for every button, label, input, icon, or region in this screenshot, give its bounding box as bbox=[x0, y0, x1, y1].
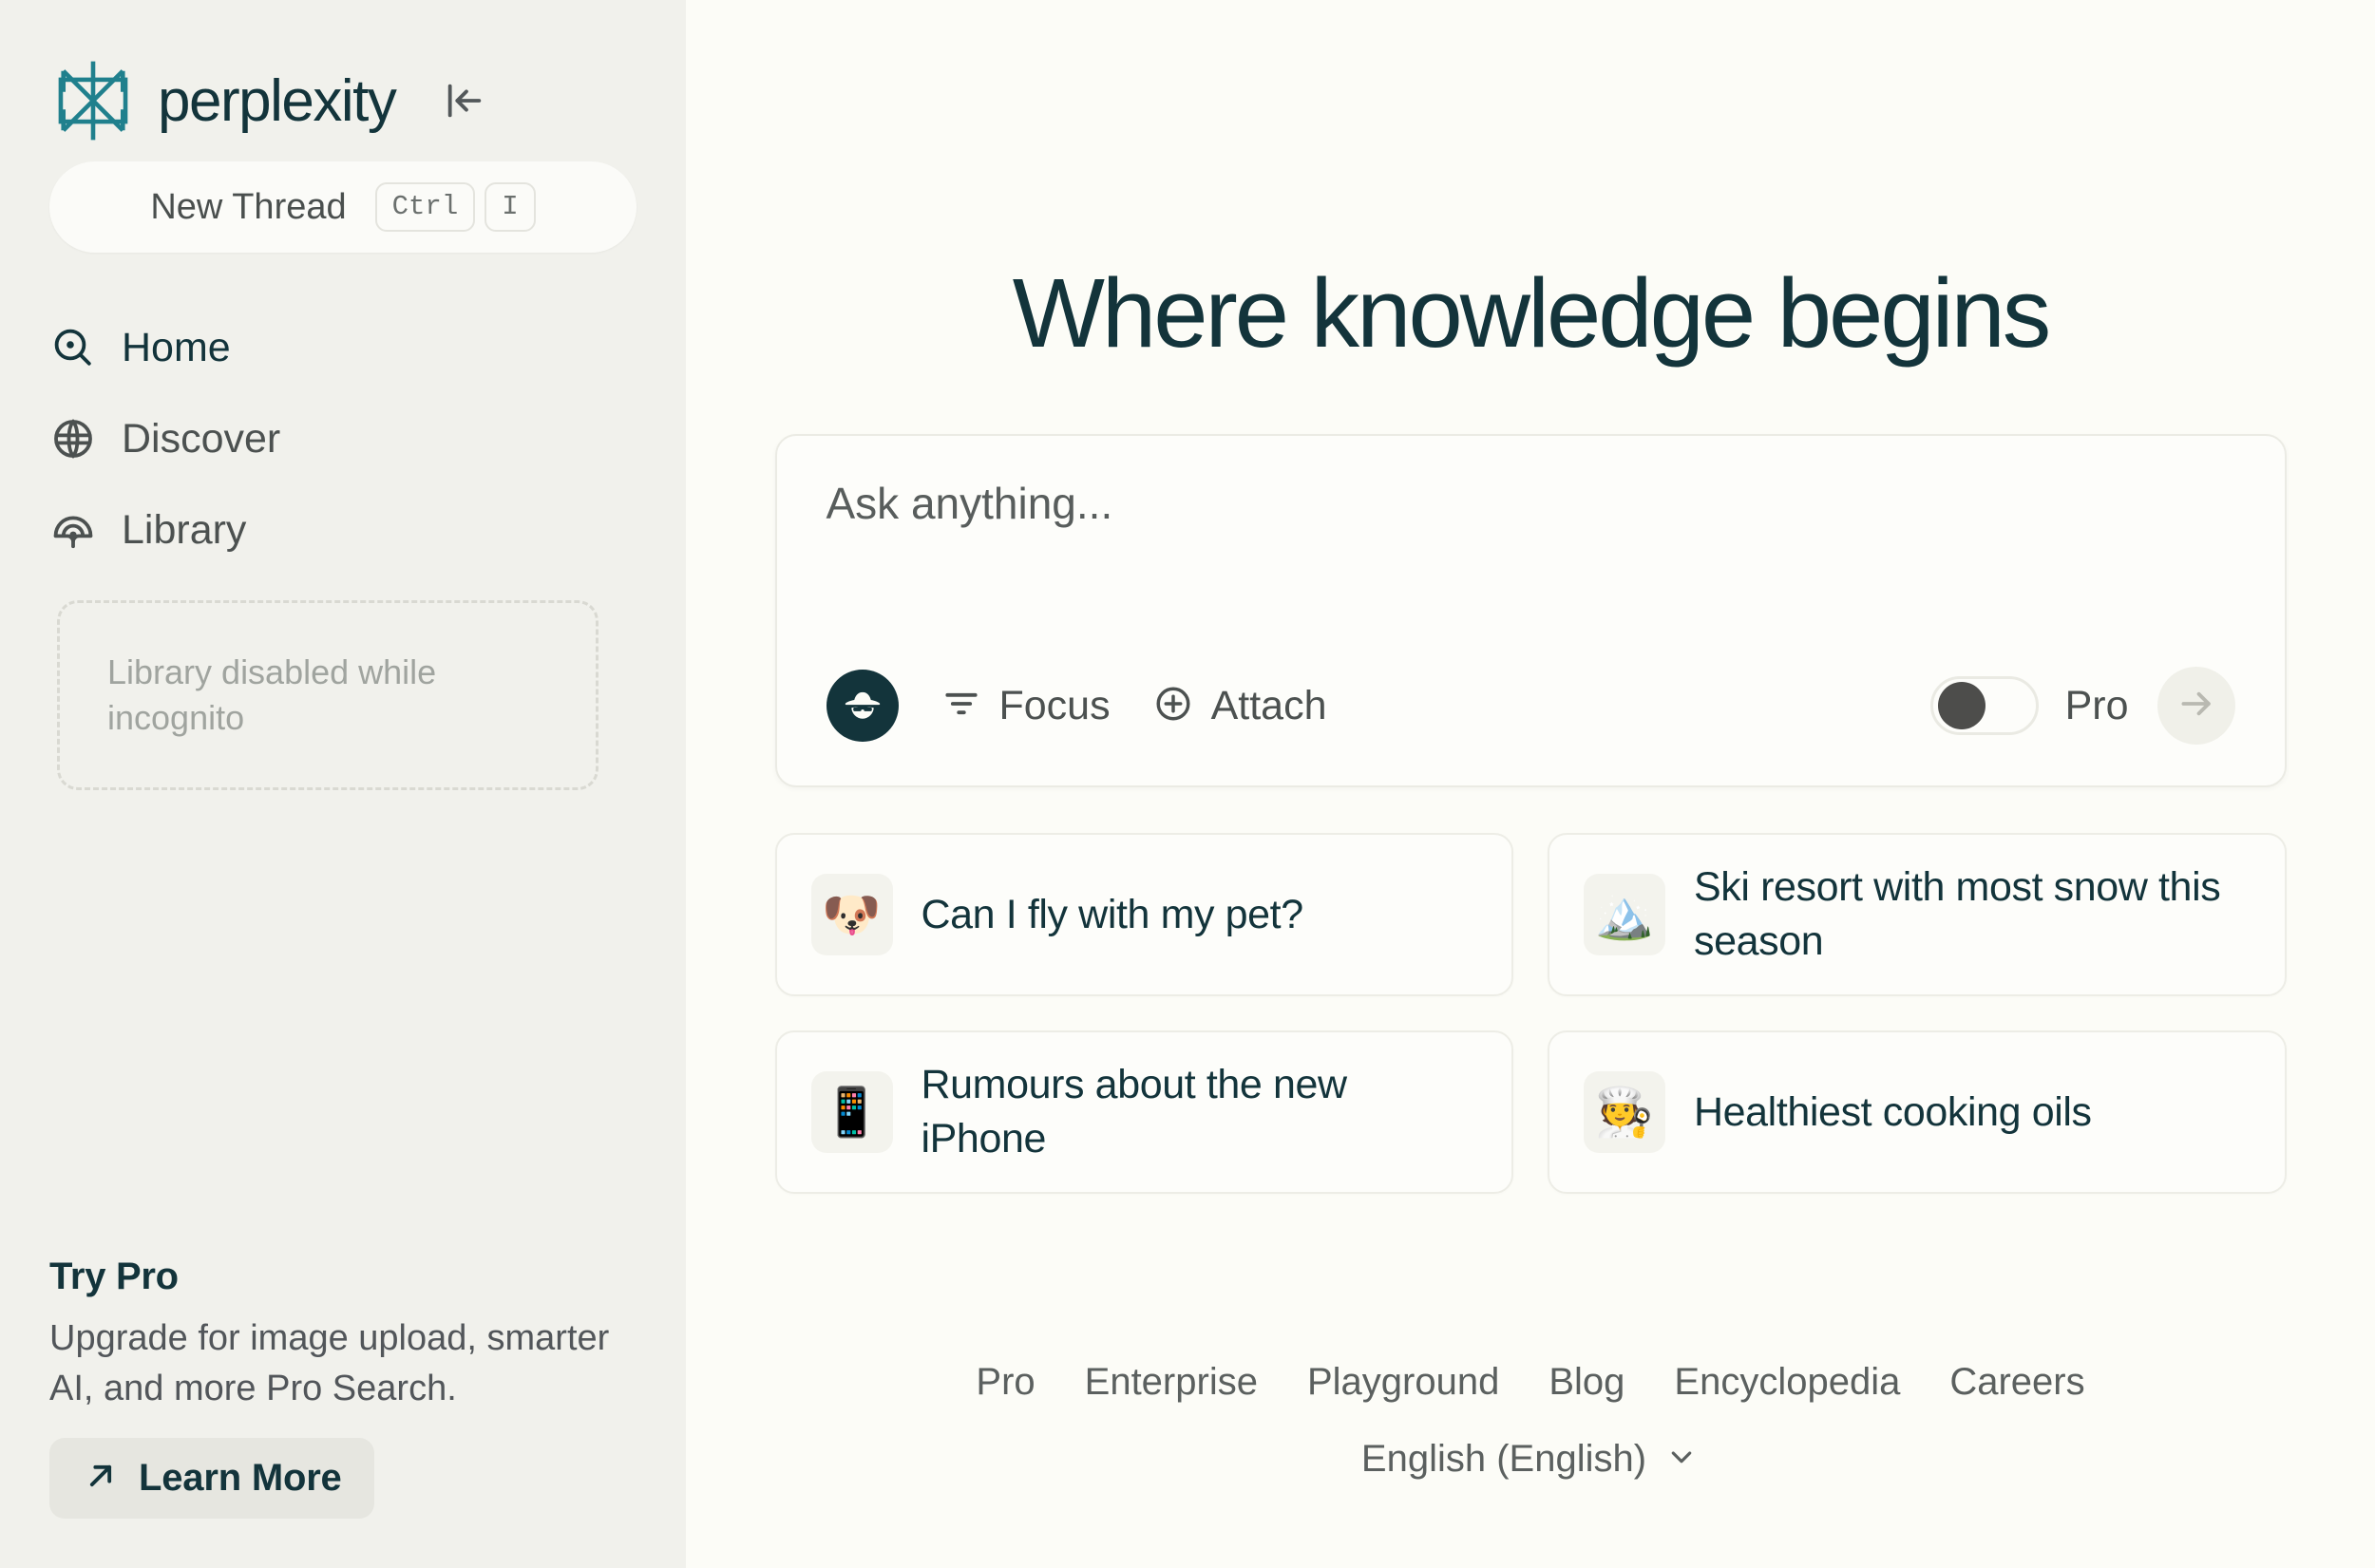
ask-anything-box[interactable]: Ask anything... Focus Attach Pro bbox=[774, 434, 2287, 787]
suggestion-card[interactable]: 🏔️ Ski resort with most snow this season bbox=[1548, 833, 2287, 996]
sidebar-nav: Home Discover Library bbox=[49, 302, 636, 576]
try-pro-description: Upgrade for image upload, smarter AI, an… bbox=[49, 1318, 610, 1408]
cook-emoji: 🧑‍🍳 bbox=[1584, 1071, 1665, 1153]
attach-label: Attach bbox=[1210, 682, 1327, 728]
suggestion-text: Can I fly with my pet? bbox=[921, 891, 1304, 937]
footer-link-pro[interactable]: Pro bbox=[976, 1361, 1035, 1404]
suggestion-cards: 🐶 Can I fly with my pet? 🏔️ Ski resort w… bbox=[774, 833, 2287, 1194]
learn-more-button[interactable]: Learn More bbox=[49, 1438, 374, 1519]
footer-link-encyclopedia[interactable]: Encyclopedia bbox=[1674, 1361, 1900, 1404]
sidebar-item-label: Home bbox=[122, 324, 231, 370]
plus-circle-icon bbox=[1152, 683, 1194, 729]
collapse-sidebar-icon[interactable] bbox=[435, 71, 494, 130]
brand-wordmark: perplexity bbox=[158, 67, 397, 134]
ask-toolbar: Focus Attach Pro bbox=[826, 664, 2235, 747]
pro-label: Pro bbox=[2064, 682, 2129, 728]
main-content: Where knowledge begins Ask anything... F… bbox=[686, 0, 2375, 1568]
dog-face-emoji: 🐶 bbox=[810, 874, 893, 955]
new-thread-label: New Thread bbox=[150, 186, 347, 227]
sidebar-item-label: Discover bbox=[122, 415, 281, 462]
focus-button[interactable]: Focus bbox=[940, 683, 1111, 729]
footer-link-enterprise[interactable]: Enterprise bbox=[1085, 1361, 1258, 1404]
attach-button[interactable]: Attach bbox=[1152, 683, 1327, 729]
footer-link-playground[interactable]: Playground bbox=[1307, 1361, 1499, 1404]
sidebar-item-library[interactable]: Library bbox=[49, 484, 636, 576]
filter-lines-icon bbox=[940, 683, 982, 729]
new-thread-shortcut: Ctrl I bbox=[374, 181, 536, 233]
new-thread-button[interactable]: New Thread Ctrl I bbox=[49, 161, 636, 253]
language-selector[interactable]: English (English) bbox=[1361, 1438, 1700, 1481]
arrow-up-right-icon bbox=[82, 1457, 120, 1500]
sidebar-header: perplexity bbox=[49, 0, 636, 152]
snow-capped-mountain-emoji: 🏔️ bbox=[1584, 874, 1665, 955]
footer-link-blog[interactable]: Blog bbox=[1548, 1361, 1624, 1404]
try-pro-title: Try Pro bbox=[49, 1256, 179, 1298]
pro-mode-toggle[interactable] bbox=[1929, 676, 2039, 735]
footer-link-careers[interactable]: Careers bbox=[1949, 1361, 2084, 1404]
suggestion-card[interactable]: 🧑‍🍳 Healthiest cooking oils bbox=[1548, 1030, 2287, 1194]
page-title: Where knowledge begins bbox=[1012, 258, 2052, 368]
search-input[interactable]: Ask anything... bbox=[826, 478, 2235, 529]
search-target-icon bbox=[49, 324, 97, 371]
learn-more-label: Learn More bbox=[139, 1457, 342, 1499]
shortcut-key-ctrl: Ctrl bbox=[374, 181, 476, 233]
footer: Pro Enterprise Playground Blog Encyclope… bbox=[686, 1361, 2375, 1481]
globe-icon bbox=[49, 415, 97, 463]
suggestion-card[interactable]: 📱 Rumours about the new iPhone bbox=[774, 1030, 1513, 1194]
arrow-right-icon bbox=[2176, 683, 2217, 729]
shortcut-key-i: I bbox=[484, 181, 536, 233]
sidebar-item-discover[interactable]: Discover bbox=[49, 393, 636, 484]
footer-links: Pro Enterprise Playground Blog Encyclope… bbox=[976, 1361, 2084, 1404]
incognito-hat-icon[interactable] bbox=[826, 670, 899, 742]
library-book-icon bbox=[49, 506, 97, 554]
sidebar-item-label: Library bbox=[122, 506, 247, 553]
mobile-phone-emoji: 📱 bbox=[810, 1071, 893, 1153]
library-disabled-notice: Library disabled while incognito bbox=[57, 600, 598, 790]
language-label: English (English) bbox=[1360, 1438, 1647, 1480]
perplexity-logo-icon bbox=[49, 57, 137, 144]
suggestion-card[interactable]: 🐶 Can I fly with my pet? bbox=[774, 833, 1513, 996]
sidebar: perplexity New Thread Ctrl I Home Discov… bbox=[0, 0, 686, 1568]
chevron-down-icon bbox=[1663, 1439, 1700, 1480]
suggestion-text: Healthiest cooking oils bbox=[1694, 1088, 2092, 1135]
try-pro-panel: Try Pro Upgrade for image upload, smarte… bbox=[49, 1256, 636, 1519]
pro-toggle-knob bbox=[1937, 682, 1986, 729]
sidebar-item-home[interactable]: Home bbox=[49, 302, 636, 393]
library-disabled-text: Library disabled while incognito bbox=[107, 652, 437, 737]
submit-button[interactable] bbox=[2156, 667, 2235, 745]
focus-label: Focus bbox=[998, 682, 1111, 728]
suggestion-text: Rumours about the new iPhone bbox=[921, 1062, 1348, 1162]
suggestion-text: Ski resort with most snow this season bbox=[1694, 864, 2221, 964]
